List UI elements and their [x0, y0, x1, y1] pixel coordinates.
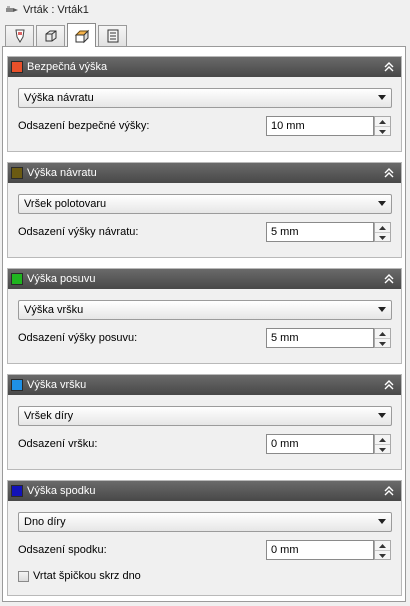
- group-top-height: Výška vršku Vršek díry Odsazení vršku: 0…: [7, 374, 402, 470]
- spin-down-icon[interactable]: [375, 233, 390, 242]
- group-safe-height: Bezpečná výška Výška návratu Odsazení be…: [7, 56, 402, 152]
- panel-titlebar: Vrták : Vrták1: [0, 0, 410, 20]
- color-swatch-bottom: [11, 485, 23, 497]
- spin-down-icon[interactable]: [375, 551, 390, 560]
- chevron-down-icon: [378, 307, 386, 312]
- group-title: Výška návratu: [27, 167, 97, 179]
- collapse-icon[interactable]: [383, 60, 395, 74]
- input-value: 5 mm: [271, 332, 299, 344]
- tab-shape[interactable]: [36, 25, 65, 46]
- spin-down-icon[interactable]: [375, 339, 390, 348]
- spin-up-icon[interactable]: [375, 435, 390, 445]
- input-value: 0 mm: [271, 438, 299, 450]
- group-title: Výška spodku: [27, 485, 96, 497]
- input-value: 10 mm: [271, 120, 305, 132]
- group-bottom-height: Výška spodku Dno díry Odsazení spodku: 0…: [7, 480, 402, 596]
- chevron-down-icon: [378, 519, 386, 524]
- safe-height-select[interactable]: Výška návratu: [18, 88, 392, 108]
- tool-icon: [14, 29, 25, 43]
- spin-up-icon[interactable]: [375, 223, 390, 233]
- feed-height-offset-spinner[interactable]: [374, 328, 391, 348]
- collapse-icon[interactable]: [383, 378, 395, 392]
- chevron-down-icon: [378, 413, 386, 418]
- spin-down-icon[interactable]: [375, 445, 390, 454]
- top-height-offset-spinner[interactable]: [374, 434, 391, 454]
- group-feed-height: Výška posuvu Výška vršku Odsazení výšky …: [7, 268, 402, 364]
- input-value: 5 mm: [271, 226, 299, 238]
- retract-height-select[interactable]: Vršek polotovaru: [18, 194, 392, 214]
- group-header-feed-height[interactable]: Výška posuvu: [8, 269, 401, 289]
- group-header-safe-height[interactable]: Bezpečná výška: [8, 57, 401, 77]
- input-value: 0 mm: [271, 544, 299, 556]
- feed-height-offset-input[interactable]: 5 mm: [266, 328, 374, 348]
- tab-heights[interactable]: [67, 23, 96, 47]
- group-title: Bezpečná výška: [27, 61, 108, 73]
- group-title: Výška vršku: [27, 379, 87, 391]
- collapse-icon[interactable]: [383, 484, 395, 498]
- feed-height-select[interactable]: Výška vršku: [18, 300, 392, 320]
- group-header-top-height[interactable]: Výška vršku: [8, 375, 401, 395]
- group-header-bottom-height[interactable]: Výška spodku: [8, 481, 401, 501]
- linking-icon: [107, 29, 118, 43]
- panel-title: Vrták : Vrták1: [23, 4, 89, 16]
- color-swatch-retract: [11, 167, 23, 179]
- box-icon: [45, 30, 56, 42]
- checkbox-box[interactable]: [18, 570, 29, 582]
- spin-up-icon[interactable]: [375, 117, 390, 127]
- bottom-height-offset-spinner[interactable]: [374, 540, 391, 560]
- top-height-offset-input[interactable]: 0 mm: [266, 434, 374, 454]
- group-header-retract-height[interactable]: Výška návratu: [8, 163, 401, 183]
- retract-height-offset-input[interactable]: 5 mm: [266, 222, 374, 242]
- collapse-icon[interactable]: [383, 272, 395, 286]
- tab-tool[interactable]: [5, 25, 34, 46]
- safe-height-offset-input[interactable]: 10 mm: [266, 116, 374, 136]
- heights-icon: [74, 29, 89, 43]
- field-label: Odsazení bezpečné výšky:: [18, 120, 150, 132]
- field-label: Odsazení výšky návratu:: [18, 226, 139, 238]
- chevron-down-icon: [378, 95, 386, 100]
- select-value: Vršek díry: [24, 410, 74, 422]
- spin-up-icon[interactable]: [375, 541, 390, 551]
- tab-linking[interactable]: [98, 25, 127, 46]
- select-value: Výška návratu: [24, 92, 94, 104]
- select-value: Dno díry: [24, 516, 66, 528]
- group-retract-height: Výška návratu Vršek polotovaru Odsazení …: [7, 162, 402, 258]
- drill-icon: [6, 6, 18, 12]
- field-label: Odsazení vršku:: [18, 438, 98, 450]
- chevron-down-icon: [378, 201, 386, 206]
- select-value: Výška vršku: [24, 304, 84, 316]
- checkbox-label: Vrtat špičkou skrz dno: [33, 570, 141, 582]
- tab-strip: [5, 22, 129, 47]
- top-height-select[interactable]: Vršek díry: [18, 406, 392, 426]
- color-swatch-safe: [11, 61, 23, 73]
- safe-height-offset-spinner[interactable]: [374, 116, 391, 136]
- color-swatch-top: [11, 379, 23, 391]
- color-swatch-feed: [11, 273, 23, 285]
- drill-tip-through-checkbox[interactable]: Vrtat špičkou skrz dno: [18, 570, 141, 582]
- field-label: Odsazení spodku:: [18, 544, 107, 556]
- field-label: Odsazení výšky posuvu:: [18, 332, 138, 344]
- bottom-height-select[interactable]: Dno díry: [18, 512, 392, 532]
- spin-up-icon[interactable]: [375, 329, 390, 339]
- bottom-height-offset-input[interactable]: 0 mm: [266, 540, 374, 560]
- retract-height-offset-spinner[interactable]: [374, 222, 391, 242]
- select-value: Vršek polotovaru: [24, 198, 107, 210]
- collapse-icon[interactable]: [383, 166, 395, 180]
- spin-down-icon[interactable]: [375, 127, 390, 136]
- group-title: Výška posuvu: [27, 273, 96, 285]
